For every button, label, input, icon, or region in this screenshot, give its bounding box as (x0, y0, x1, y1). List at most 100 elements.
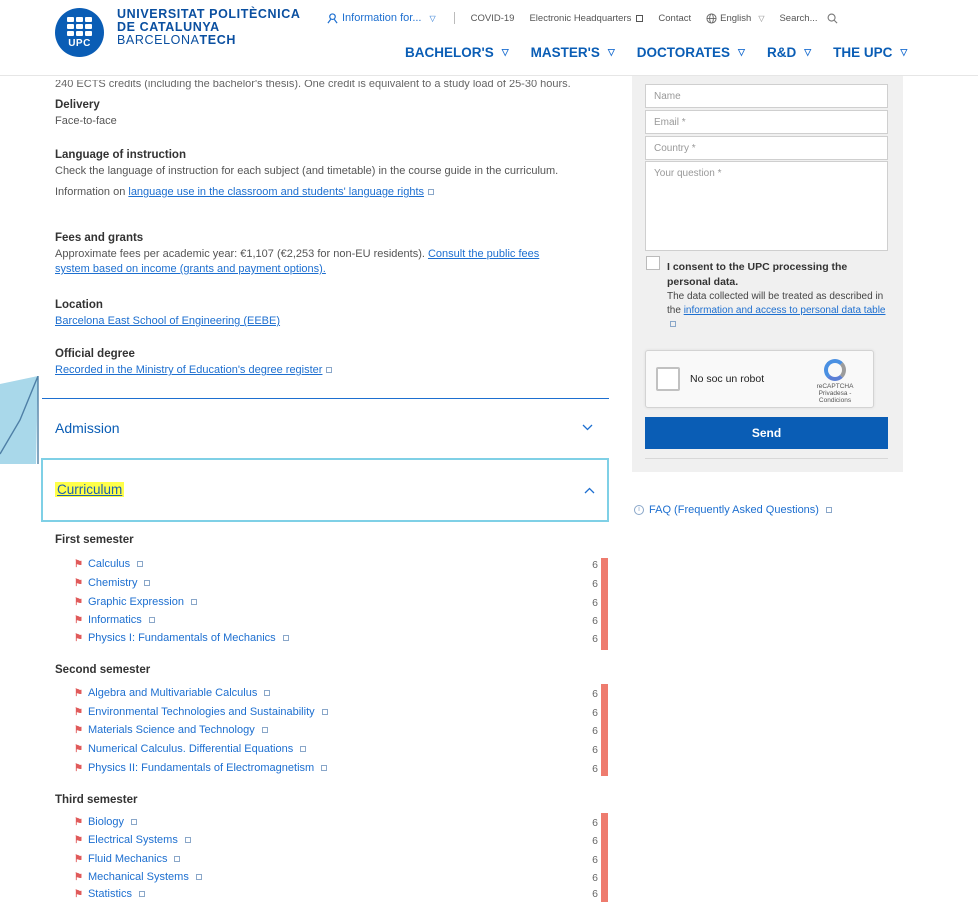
upc-logo[interactable]: UPC (55, 8, 104, 57)
external-link-icon (195, 874, 202, 880)
delivery-title: Delivery (55, 99, 100, 111)
nav-doctorates[interactable]: DOCTORATES ▽ (637, 45, 745, 60)
faq-link[interactable]: i FAQ (Frequently Asked Questions) (634, 504, 832, 516)
official-degree-section: Official degree Recorded in the Ministry… (55, 347, 610, 378)
course-item[interactable]: ⚑ Graphic Expression (74, 596, 197, 608)
external-link-icon (264, 690, 271, 696)
course-item[interactable]: ⚑ Materials Science and Technology (74, 724, 268, 736)
main-nav: BACHELOR'S ▽ MASTER'S ▽ DOCTORATES ▽ R&D ▽ T… (405, 45, 929, 60)
course-item[interactable]: ⚑ Algebra and Multivariable Calculus (74, 687, 271, 699)
course-item[interactable]: ⚑ Fluid Mechanics (74, 853, 181, 865)
pdf-icon: ⚑ (74, 762, 83, 774)
course-item[interactable]: ⚑ Statistics (74, 888, 145, 900)
external-link-icon (825, 507, 832, 513)
site-header: UPC UNIVERSITAT POLITÈCNICA DE CATALUNYA… (0, 0, 978, 76)
chevron-down-icon[interactable] (582, 424, 593, 431)
pdf-icon: ⚑ (74, 596, 83, 608)
panel-divider (645, 458, 888, 459)
search-box[interactable]: Search... (779, 13, 837, 24)
pdf-icon: ⚑ (74, 577, 83, 589)
personal-data-link[interactable]: information and access to personal data … (684, 305, 886, 316)
pdf-icon: ⚑ (74, 706, 83, 718)
pdf-icon: ⚑ (74, 724, 83, 736)
question-textarea[interactable]: Your question * (645, 161, 888, 251)
course-item[interactable]: ⚑ Biology (74, 816, 138, 828)
chevron-up-icon[interactable] (584, 487, 595, 494)
top-nav: Information for... ▽ COVID-19 Electronic… (327, 12, 853, 24)
curriculum-accordion[interactable] (41, 458, 609, 522)
course-credits: 6 (592, 633, 598, 645)
nav-masters[interactable]: MASTER'S ▽ (531, 45, 615, 60)
pdf-icon: ⚑ (74, 871, 83, 883)
location-section: Location Barcelona East School of Engine… (55, 298, 610, 329)
external-link-icon (428, 189, 435, 195)
fees-title: Fees and grants (55, 232, 144, 244)
course-credits: 6 (592, 835, 598, 847)
course-credits: 6 (592, 559, 598, 571)
semester-title: Second semester (55, 664, 151, 676)
course-item[interactable]: ⚑ Chemistry (74, 577, 151, 589)
external-link-icon (636, 14, 644, 22)
nav-rd[interactable]: R&D ▽ (767, 45, 811, 60)
pdf-icon: ⚑ (74, 834, 83, 846)
external-link-icon (137, 561, 144, 567)
user-icon (327, 12, 338, 23)
consent-checkbox[interactable] (646, 256, 660, 270)
external-link-icon (190, 599, 197, 605)
course-item[interactable]: ⚑ Mechanical Systems (74, 871, 202, 883)
course-item[interactable]: ⚑ Physics II: Fundamentals of Electromagn… (74, 762, 328, 774)
chevron-down-icon: ▽ (900, 47, 908, 57)
covid-link[interactable]: COVID-19 (471, 13, 515, 24)
search-placeholder: Search... (779, 12, 818, 24)
public-fees-link[interactable]: Consult the public fees (428, 248, 539, 260)
recaptcha-widget: No soc un robot reCAPTCHA Privadesa - Co… (645, 350, 874, 408)
recaptcha-logo: reCAPTCHA Privadesa - Condicions (805, 359, 865, 404)
course-credits: 6 (592, 817, 598, 829)
electronic-hq-link[interactable]: Electronic Headquarters (529, 13, 644, 24)
course-credits: 6 (592, 854, 598, 866)
course-credits: 6 (592, 763, 598, 775)
email-field[interactable]: Email * (645, 110, 888, 134)
consent-text: I consent to the UPC processing the pers… (667, 260, 889, 332)
language-rights-link[interactable]: language use in the classroom and studen… (128, 186, 424, 198)
credit-bar (601, 558, 608, 650)
pdf-icon: ⚑ (74, 888, 83, 900)
external-link-icon (326, 367, 333, 373)
country-field[interactable]: Country * (645, 136, 888, 160)
university-name[interactable]: UNIVERSITAT POLITÈCNICA DE CATALUNYA BAR… (117, 8, 300, 47)
pdf-icon: ⚑ (74, 632, 83, 644)
course-item[interactable]: ⚑ Numerical Calculus. Differential Equati… (74, 743, 307, 755)
search-icon (827, 13, 837, 23)
nav-the-upc[interactable]: THE UPC ▽ (833, 45, 907, 60)
external-link-icon (261, 727, 268, 733)
language-text: Check the language of instruction for ea… (55, 165, 559, 177)
official-degree-title: Official degree (55, 348, 135, 360)
pdf-icon: ⚑ (74, 743, 83, 755)
name-field[interactable]: Name (645, 84, 888, 108)
external-link-icon (138, 891, 145, 897)
course-credits: 6 (592, 888, 598, 900)
section-divider (42, 398, 609, 399)
send-button[interactable]: Send (645, 417, 888, 449)
course-item[interactable]: ⚑ Physics I: Fundamentals of Mechanics (74, 632, 289, 644)
course-item[interactable]: ⚑ Environmental Technologies and Sustaina… (74, 706, 328, 718)
admission-accordion[interactable]: Admission (55, 420, 120, 436)
degree-register-link[interactable]: Recorded in the Ministry of Education's … (55, 364, 322, 376)
semester-title: Third semester (55, 794, 138, 806)
chevron-down-icon: ▽ (804, 47, 812, 57)
course-item[interactable]: ⚑ Calculus (74, 558, 144, 570)
chevron-down-icon: ▽ (501, 47, 509, 57)
language-selector[interactable]: English ▽ (706, 13, 764, 24)
course-item[interactable]: ⚑ Electrical Systems (74, 834, 191, 846)
curriculum-label[interactable]: Curriculum (55, 482, 125, 497)
location-link[interactable]: Barcelona East School of Engineering (EE… (55, 315, 280, 327)
chevron-down-icon: ▽ (758, 13, 765, 23)
information-for-menu[interactable]: Information for... ▽ (327, 12, 436, 24)
contact-link[interactable]: Contact (658, 13, 691, 24)
course-item[interactable]: ⚑ Informatics (74, 614, 155, 626)
public-fees-link-cont[interactable]: system based on income (grants and payme… (55, 263, 326, 275)
recaptcha-checkbox[interactable] (656, 367, 680, 391)
nav-bachelors[interactable]: BACHELOR'S ▽ (405, 45, 509, 60)
course-credits: 6 (592, 744, 598, 756)
external-link-icon (184, 837, 191, 843)
